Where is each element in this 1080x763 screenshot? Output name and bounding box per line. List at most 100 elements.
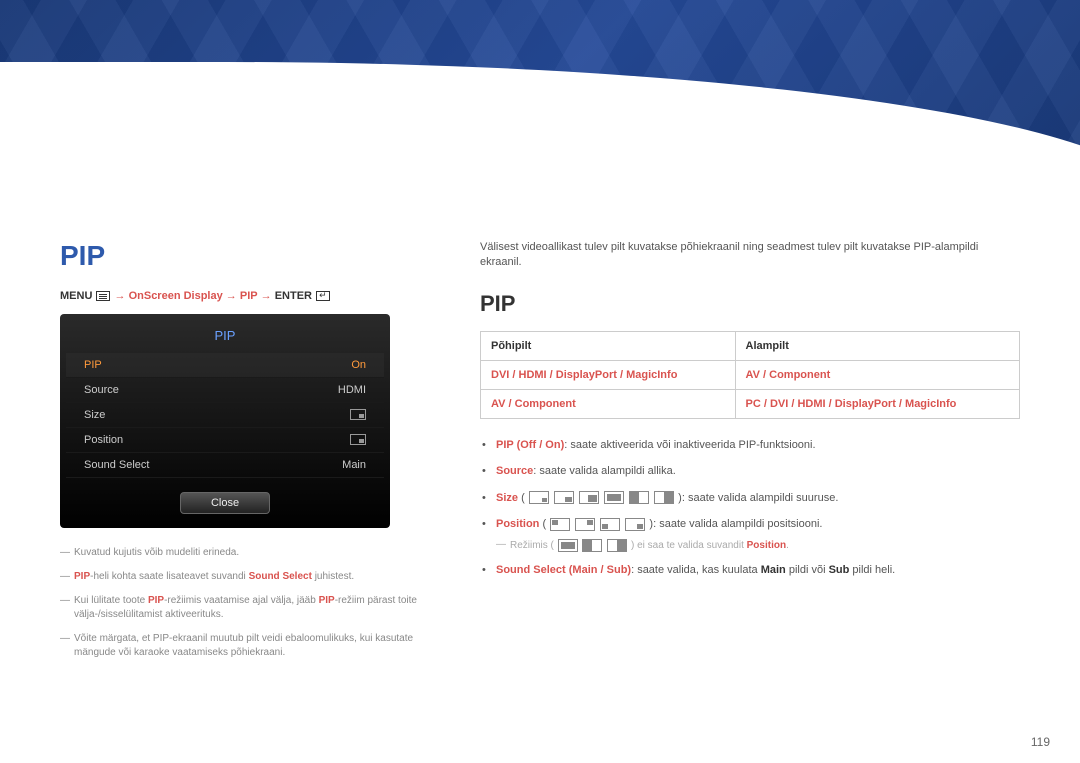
- menu-icon: [96, 291, 110, 301]
- pos-icon-tl: [550, 518, 570, 531]
- pos-icon-bl: [600, 518, 620, 531]
- size-icon-full: [604, 491, 624, 504]
- osd-value: HDMI: [338, 384, 366, 396]
- size-icon-s: [529, 491, 549, 504]
- left-column: PIP MENU → OnScreen Display → PIP → ENTE…: [60, 240, 440, 670]
- bullet-text: : saate valida alampildi suuruse.: [682, 492, 839, 504]
- crumb-menu: MENU: [60, 290, 92, 302]
- osd-label: Position: [84, 434, 123, 446]
- mode-icon: [582, 539, 602, 552]
- subnote-text: Režiimis (: [510, 540, 554, 551]
- bullet-key: PIP: [496, 439, 514, 451]
- table-row: AV / Component PC / DVI / HDMI / Display…: [481, 389, 1020, 418]
- crumb-arrow1: →: [115, 290, 129, 302]
- crumb-osd: OnScreen Display: [129, 290, 223, 302]
- page-number: 119: [1031, 735, 1050, 749]
- osd-row-pip[interactable]: PIP On: [66, 353, 384, 378]
- sub-title-pip: PIP: [480, 291, 1020, 317]
- bullet-text: pildi või: [786, 564, 829, 576]
- osd-panel-title: PIP: [66, 320, 384, 353]
- footnotes: Kuvatud kujutis võib mudeliti erineda. P…: [60, 546, 440, 660]
- breadcrumb: MENU → OnScreen Display → PIP → ENTER: [60, 290, 440, 302]
- note-text: juhistest.: [312, 571, 354, 582]
- td: DVI / HDMI / DisplayPort / MagicInfo: [481, 360, 736, 389]
- bullet-bold: Main: [761, 564, 786, 576]
- note-text: -režiimis vaatamise ajal välja, jääb: [164, 595, 319, 606]
- subnote-key: Position: [747, 540, 786, 551]
- header-band: OnScreen Display: [0, 0, 1080, 200]
- osd-label: Source: [84, 384, 119, 396]
- osd-row-sound[interactable]: Sound Select Main: [66, 453, 384, 478]
- table-header-row: Põhipilt Alampilt: [481, 331, 1020, 360]
- list-item: PIP (Off / On): saate aktiveerida või in…: [480, 437, 1020, 454]
- osd-panel: PIP PIP On Source HDMI Size Position Sou…: [60, 314, 390, 528]
- subnote-text: ) ei saa te valida suvandit: [631, 540, 747, 551]
- osd-value: Main: [342, 459, 366, 471]
- modes-table: Põhipilt Alampilt DVI / HDMI / DisplayPo…: [480, 331, 1020, 419]
- bullet-text: : saate valida alampildi allika.: [533, 465, 675, 477]
- bullet-bold: Sub: [829, 564, 850, 576]
- osd-value: On: [351, 359, 366, 371]
- note-3: Kui lülitate toote PIP-režiimis vaatamis…: [60, 594, 440, 622]
- crumb-arrow2: →: [226, 290, 240, 302]
- osd-row-position[interactable]: Position: [66, 428, 384, 453]
- crumb-enter: ENTER: [275, 290, 312, 302]
- osd-label: PIP: [84, 359, 102, 371]
- td: AV / Component: [735, 360, 1020, 389]
- th-sub: Alampilt: [735, 331, 1020, 360]
- osd-label: Size: [84, 409, 105, 421]
- content-area: PIP MENU → OnScreen Display → PIP → ENTE…: [0, 200, 1080, 670]
- note-red: PIP: [74, 571, 90, 582]
- bullet-key: Sound Select: [496, 564, 566, 576]
- bullet-text: : saate aktiveerida või inaktiveerida PI…: [564, 439, 815, 451]
- crumb-pip: PIP: [240, 290, 258, 302]
- osd-row-size[interactable]: Size: [66, 403, 384, 428]
- note-red: PIP: [148, 595, 164, 606]
- osd-row-source[interactable]: Source HDMI: [66, 378, 384, 403]
- note-text: Kui lülitate toote: [74, 595, 148, 606]
- list-item: Size ( ): saate valida alampildi suuruse…: [480, 490, 1020, 507]
- bullet-paren: (Off / On): [514, 439, 565, 451]
- position-icon: [350, 434, 366, 445]
- bullet-text: : saate valida alampildi positsiooni.: [653, 518, 822, 530]
- bullet-list-2: Sound Select (Main / Sub): saate valida,…: [480, 562, 1020, 579]
- header-curve: [0, 62, 1080, 200]
- pos-icon-br: [625, 518, 645, 531]
- bullet-text: : saate valida, kas kuulata: [631, 564, 761, 576]
- size-icon-half-r: [654, 491, 674, 504]
- list-item: Position ( ): saate valida alampildi pos…: [480, 516, 1020, 533]
- note-red: Sound Select: [249, 571, 312, 582]
- note-text: -heli kohta saate lisateavet suvandi: [90, 571, 248, 582]
- size-icon-l: [579, 491, 599, 504]
- pos-icon-tr: [575, 518, 595, 531]
- th-main: Põhipilt: [481, 331, 736, 360]
- note-1: Kuvatud kujutis võib mudeliti erineda.: [60, 546, 440, 560]
- bullet-key: Position: [496, 518, 539, 530]
- td: AV / Component: [481, 389, 736, 418]
- intro-text: Välisest videoallikast tulev pilt kuvata…: [480, 240, 1020, 271]
- size-icon: [350, 409, 366, 420]
- note-red: PIP: [319, 595, 335, 606]
- close-button[interactable]: Close: [180, 492, 270, 514]
- size-icon-m: [554, 491, 574, 504]
- td: PC / DVI / HDMI / DisplayPort / MagicInf…: [735, 389, 1020, 418]
- enter-icon: [316, 291, 330, 301]
- sub-note: Režiimis ( ) ei saa te valida suvandit P…: [480, 539, 1020, 552]
- note-4: Võite märgata, et PIP-ekraanil muutub pi…: [60, 632, 440, 660]
- bullet-text: pildi heli.: [849, 564, 895, 576]
- section-title-pip: PIP: [60, 240, 440, 272]
- bullet-paren: (Main / Sub): [566, 564, 631, 576]
- size-icon-half-l: [629, 491, 649, 504]
- note-2: PIP-heli kohta saate lisateavet suvandi …: [60, 570, 440, 584]
- crumb-arrow3: →: [261, 290, 275, 302]
- table-row: DVI / HDMI / DisplayPort / MagicInfo AV …: [481, 360, 1020, 389]
- right-column: Välisest videoallikast tulev pilt kuvata…: [480, 240, 1020, 670]
- mode-icon: [607, 539, 627, 552]
- bullet-list: PIP (Off / On): saate aktiveerida või in…: [480, 437, 1020, 533]
- list-item: Sound Select (Main / Sub): saate valida,…: [480, 562, 1020, 579]
- mode-icon: [558, 539, 578, 552]
- osd-label: Sound Select: [84, 459, 149, 471]
- list-item: Source: saate valida alampildi allika.: [480, 463, 1020, 480]
- bullet-key: Source: [496, 465, 533, 477]
- bullet-key: Size: [496, 492, 518, 504]
